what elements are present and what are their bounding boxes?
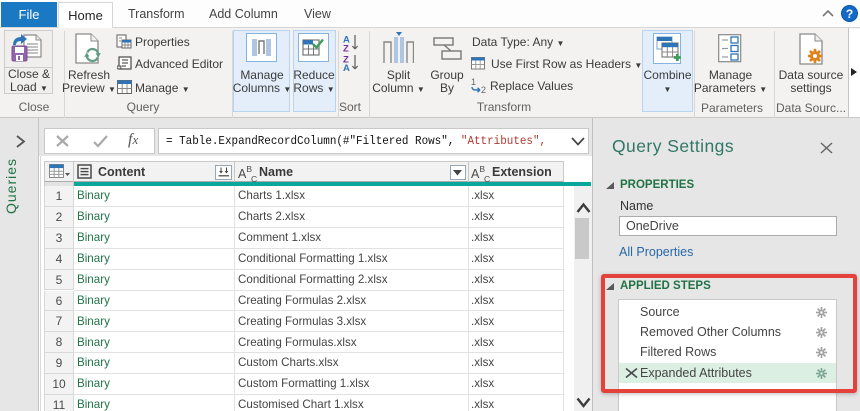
svg-text:Z: Z: [343, 44, 349, 55]
svg-text:1: 1: [471, 77, 476, 87]
svg-text:2: 2: [481, 85, 486, 93]
svg-text:A: A: [343, 63, 350, 71]
